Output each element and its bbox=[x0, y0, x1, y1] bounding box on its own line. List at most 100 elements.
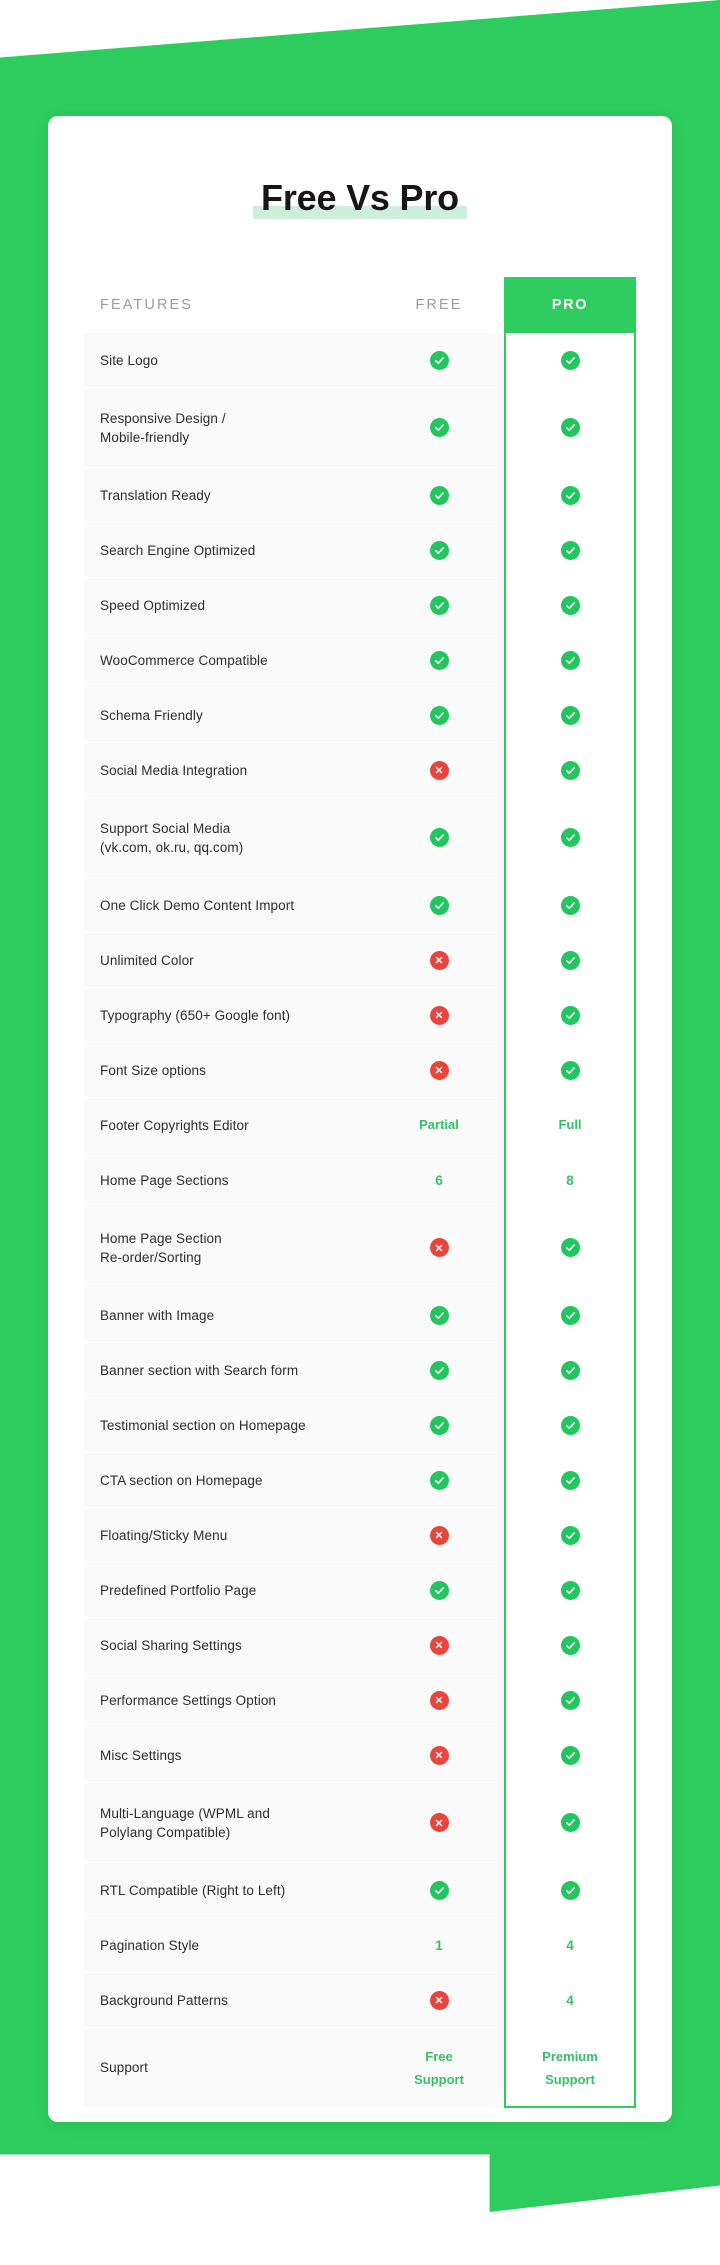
cross-circle-icon bbox=[429, 1238, 449, 1257]
check-circle-icon bbox=[429, 1470, 449, 1490]
feature-label: Misc Settings bbox=[100, 1747, 182, 1763]
table-header-row: FEATURES FREE PRO bbox=[84, 277, 636, 333]
check-circle-icon bbox=[560, 895, 580, 915]
feature-label: Translation Ready bbox=[100, 487, 211, 503]
pro-cell bbox=[504, 1208, 636, 1287]
column-header-pro-wrapper: PRO bbox=[504, 277, 636, 333]
pro-cell bbox=[504, 578, 636, 632]
check-circle-icon bbox=[560, 1470, 580, 1490]
feature-label: Footer Copyrights Editor bbox=[100, 1117, 249, 1133]
feature-label: Performance Settings Option bbox=[100, 1692, 277, 1708]
check-circle-icon bbox=[560, 705, 580, 725]
free-cell bbox=[374, 388, 504, 467]
pro-cell bbox=[504, 333, 636, 387]
column-header-features: FEATURES bbox=[100, 297, 194, 313]
pro-cell bbox=[504, 1783, 636, 1862]
table-row: WooCommerce Compatible bbox=[84, 633, 636, 688]
feature-label: Social Media Integration bbox=[100, 762, 248, 778]
cross-circle-icon bbox=[429, 1813, 449, 1832]
pro-cell bbox=[504, 523, 636, 577]
pro-cell bbox=[504, 933, 636, 987]
pro-cell bbox=[504, 1453, 636, 1507]
free-cell bbox=[374, 1728, 504, 1782]
free-cell bbox=[374, 988, 504, 1042]
table-row: CTA section on Homepage bbox=[84, 1453, 636, 1508]
free-cell bbox=[374, 333, 504, 387]
table-row: Font Size options bbox=[84, 1043, 636, 1098]
check-circle-icon bbox=[429, 418, 449, 437]
pro-badge: PRO bbox=[504, 277, 636, 333]
table-row: Social Sharing Settings bbox=[84, 1618, 636, 1673]
table-row: Predefined Portfolio Page bbox=[84, 1563, 636, 1618]
pro-cell bbox=[504, 1728, 636, 1782]
check-circle-icon bbox=[560, 350, 580, 370]
check-circle-icon bbox=[560, 418, 580, 437]
check-circle-icon bbox=[560, 1880, 580, 1900]
free-cell bbox=[374, 1343, 504, 1397]
table-row: Support Free Support Premium Support bbox=[84, 2028, 636, 2108]
check-circle-icon bbox=[429, 1880, 449, 1900]
pro-cell bbox=[504, 1863, 636, 1917]
feature-label: RTL Compatible (Right to Left) bbox=[100, 1882, 286, 1898]
pro-cell: 4 bbox=[504, 1918, 636, 1972]
check-circle-icon bbox=[429, 705, 449, 725]
feature-label: Multi-Language (WPML and Polylang Compati… bbox=[100, 1805, 270, 1840]
comparison-table: FEATURES FREE PRO Site Logo Responsive De… bbox=[84, 277, 636, 2108]
cross-circle-icon bbox=[429, 950, 449, 970]
feature-label: Banner section with Search form bbox=[100, 1362, 299, 1378]
table-row: Banner section with Search form bbox=[84, 1343, 636, 1398]
table-row: Footer Copyrights Editor Partial Full bbox=[84, 1098, 636, 1153]
pro-value-text: 4 bbox=[566, 1992, 574, 2008]
feature-label: Support Social Media (vk.com, ok.ru, qq.c… bbox=[100, 820, 244, 855]
free-cell bbox=[374, 633, 504, 687]
feature-label: Responsive Design / Mobile-friendly bbox=[100, 410, 226, 445]
table-row: Misc Settings bbox=[84, 1728, 636, 1783]
free-value-text: 6 bbox=[435, 1172, 443, 1188]
table-row: Banner with Image bbox=[84, 1288, 636, 1343]
feature-label: Social Sharing Settings bbox=[100, 1637, 242, 1653]
feature-label: CTA section on Homepage bbox=[100, 1472, 263, 1488]
pro-cell bbox=[504, 1398, 636, 1452]
free-cell bbox=[374, 578, 504, 632]
feature-label: Pagination Style bbox=[100, 1937, 200, 1953]
pro-cell bbox=[504, 1343, 636, 1397]
pro-cell bbox=[504, 1673, 636, 1727]
free-cell bbox=[374, 1973, 504, 2027]
check-circle-icon bbox=[560, 1525, 580, 1545]
free-value-text: 1 bbox=[435, 1937, 443, 1953]
free-cell bbox=[374, 1563, 504, 1617]
pro-value-text: 8 bbox=[566, 1172, 574, 1188]
free-cell bbox=[374, 1043, 504, 1097]
feature-label: Background Patterns bbox=[100, 1992, 228, 2008]
pro-cell bbox=[504, 468, 636, 522]
check-circle-icon bbox=[560, 1005, 580, 1025]
cross-circle-icon bbox=[429, 1745, 449, 1765]
check-circle-icon bbox=[429, 350, 449, 370]
check-circle-icon bbox=[560, 1580, 580, 1600]
check-circle-icon bbox=[429, 828, 449, 847]
free-cell: 1 bbox=[374, 1918, 504, 1972]
check-circle-icon bbox=[560, 1305, 580, 1325]
free-cell bbox=[374, 1863, 504, 1917]
table-row: RTL Compatible (Right to Left) bbox=[84, 1863, 636, 1918]
feature-label: Predefined Portfolio Page bbox=[100, 1582, 257, 1598]
free-cell bbox=[374, 878, 504, 932]
free-cell bbox=[374, 523, 504, 577]
check-circle-icon bbox=[560, 1745, 580, 1765]
feature-label: Site Logo bbox=[100, 352, 158, 368]
free-cell bbox=[374, 1288, 504, 1342]
check-circle-icon bbox=[560, 485, 580, 505]
table-row: Site Logo bbox=[84, 333, 636, 388]
check-circle-icon bbox=[429, 1580, 449, 1600]
table-body: Site Logo Responsive Design / Mobile-frien… bbox=[84, 333, 636, 2108]
free-cell bbox=[374, 468, 504, 522]
pro-cell bbox=[504, 1563, 636, 1617]
table-row: Background Patterns 4 bbox=[84, 1973, 636, 2028]
free-cell: 6 bbox=[374, 1153, 504, 1207]
check-circle-icon bbox=[560, 540, 580, 560]
table-row: Performance Settings Option bbox=[84, 1673, 636, 1728]
table-row: One Click Demo Content Import bbox=[84, 878, 636, 933]
cross-circle-icon bbox=[429, 1635, 449, 1655]
pro-cell: 4 bbox=[504, 1973, 636, 2027]
free-cell bbox=[374, 1618, 504, 1672]
